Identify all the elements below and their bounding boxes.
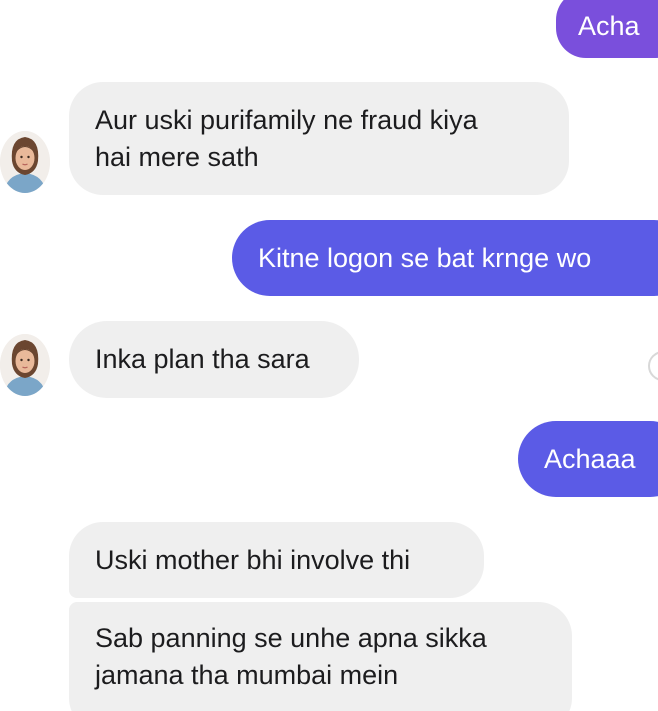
profile-photo-icon xyxy=(0,131,50,193)
contact-avatar[interactable] xyxy=(0,334,50,396)
reaction-button[interactable] xyxy=(648,351,658,381)
chat-thread: Acha Aur uski purifamily ne fraud kiya h… xyxy=(0,0,658,711)
message-text: Achaaa xyxy=(544,444,636,474)
message-text-line: Sab panning se unhe apna sikka xyxy=(95,623,487,653)
message-text: Kitne logon se bat krnge wo xyxy=(258,243,592,273)
message-text-line: hai mere sath xyxy=(95,142,259,172)
message-text: Acha xyxy=(578,11,640,41)
outgoing-message-bubble[interactable]: Kitne logon se bat krnge wo xyxy=(232,220,658,296)
message-text: Inka plan tha sara xyxy=(95,344,310,374)
incoming-message-bubble[interactable]: Uski mother bhi involve thi xyxy=(69,522,484,598)
message-text: Uski mother bhi involve thi xyxy=(95,545,411,575)
message-text-line: Aur uski purifamily ne fraud kiya xyxy=(95,105,478,135)
incoming-message-bubble[interactable]: Inka plan tha sara xyxy=(69,321,359,398)
outgoing-message-bubble[interactable]: Achaaa xyxy=(518,421,658,497)
contact-avatar[interactable] xyxy=(0,131,50,193)
incoming-message-bubble[interactable]: Sab panning se unhe apna sikka jamana th… xyxy=(69,602,572,711)
incoming-message-bubble[interactable]: Aur uski purifamily ne fraud kiya hai me… xyxy=(69,82,569,195)
outgoing-message-bubble[interactable]: Acha xyxy=(556,0,658,58)
message-text-line: jamana tha mumbai mein xyxy=(95,660,399,690)
profile-photo-icon xyxy=(0,334,50,396)
